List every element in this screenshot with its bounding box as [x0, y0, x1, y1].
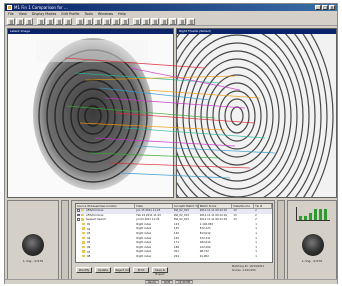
cell-text: 05: [87, 241, 91, 245]
table-cell: [232, 255, 254, 260]
reject-all-button[interactable]: Reject All: [114, 267, 130, 273]
toolbar: [5, 17, 337, 26]
column-header[interactable]: Match Score: [199, 204, 233, 208]
close-button[interactable]: ×: [329, 5, 335, 10]
cell-text: 01: [87, 222, 91, 226]
column-header[interactable]: Score/ID Match Tip: [173, 204, 199, 208]
compare-icon[interactable]: [133, 18, 141, 25]
left-thumbnail[interactable]: [22, 234, 44, 256]
cell-text: 07: [87, 250, 91, 254]
status-bar: Ready NUM 12:40 PM: [5, 279, 337, 284]
status-num: NUM: [161, 280, 174, 284]
expand-toggle-icon[interactable]: [77, 213, 80, 217]
cell-text: 02: [87, 227, 91, 231]
match-summary: Matching ID: 10/13/2011 Scores: 1,102,05…: [232, 265, 264, 272]
grid-icon[interactable]: [121, 18, 129, 25]
folder-icon: [82, 254, 85, 258]
right-pane-title: Right Thumb (Rolled): [177, 29, 336, 34]
cell-text: 06: [87, 245, 91, 249]
column-header[interactable]: Date: [135, 204, 173, 208]
cell-text: 08: [87, 255, 91, 259]
save-export-button[interactable]: Save & Export: [152, 267, 168, 276]
table-row[interactable]: 08 Right index 224 91,002 1: [76, 254, 272, 260]
results-table[interactable]: Source ID/Case/Class location Date Score…: [75, 203, 273, 263]
cell-text: AFIS/Criminal: [86, 209, 104, 213]
status-time: 12:40 PM: [175, 280, 194, 284]
app-icon: [7, 5, 12, 10]
cell-text: AFIS/Criminal: [86, 213, 104, 217]
print-icon[interactable]: [25, 18, 33, 25]
print-button[interactable]: Print: [133, 267, 149, 273]
minutiae-icon[interactable]: [76, 18, 84, 25]
cell-text: 03: [87, 232, 91, 236]
mini-chart-bar: [309, 212, 312, 220]
column-header[interactable]: Date/Source: [232, 204, 255, 208]
zoom-out-icon[interactable]: [46, 18, 54, 25]
folder-icon: [82, 245, 85, 249]
cell-text: 04: [87, 236, 91, 240]
right-splitter[interactable]: [277, 200, 285, 283]
save-icon[interactable]: [16, 18, 24, 25]
undo-icon[interactable]: [169, 18, 177, 25]
contrast-icon[interactable]: [103, 18, 111, 25]
expand-toggle-icon[interactable]: [77, 218, 80, 221]
measure-icon[interactable]: [151, 18, 159, 25]
folder-icon: [82, 222, 85, 226]
note-icon[interactable]: [160, 18, 168, 25]
status-ready: Ready: [145, 280, 160, 284]
folder-icon: [82, 241, 85, 244]
table-cell: 224: [174, 254, 179, 258]
mini-chart-bar: [299, 216, 302, 220]
right-candidate-panel: L ring - 0.979: [287, 200, 337, 283]
left-caption: L ring - 0.979: [22, 259, 44, 263]
folder-icon: [82, 250, 85, 253]
results-panel: Source ID/Case/Class location Date Score…: [71, 200, 275, 283]
overlay-icon[interactable]: [142, 18, 150, 25]
folder-icon: [81, 209, 84, 212]
column-header[interactable]: Source ID/Case/Class location: [76, 204, 136, 208]
mini-chart-bar: [304, 216, 307, 220]
score-mini-chart: [296, 207, 330, 221]
left-candidate-panel: L ring - 0.979: [7, 200, 59, 283]
invert-icon[interactable]: [112, 18, 120, 25]
window-title: M1 Fin 1 Comparison for ...: [14, 5, 68, 10]
mini-chart-bar: [314, 208, 317, 220]
folder-icon: [81, 213, 84, 217]
marker-icon[interactable]: [94, 18, 102, 25]
table-cell: 91,002: [199, 254, 209, 258]
minutiae-correspondence-lines: [64, 57, 276, 179]
update-button[interactable]: Update: [95, 267, 111, 273]
folder-icon: [81, 218, 84, 221]
tree-cell: 08: [76, 254, 135, 260]
zoom-in-icon[interactable]: [37, 18, 45, 25]
redo-icon[interactable]: [178, 18, 186, 25]
right-thumbnail[interactable]: [302, 234, 324, 256]
help-icon[interactable]: [187, 18, 195, 25]
right-caption: L ring - 0.979: [301, 259, 323, 263]
identify-button[interactable]: Identify: [76, 267, 92, 273]
table-cell: Right index: [136, 254, 152, 258]
application-window: M1 Fin 1 Comparison for ... _ □ × File V…: [4, 3, 338, 284]
expand-toggle-icon[interactable]: [77, 209, 80, 212]
left-pane-title: Latent Image: [8, 29, 173, 34]
minimize-button[interactable]: _: [315, 5, 321, 10]
cell-text: Suspect Search: [86, 218, 107, 222]
table-cell: 1: [255, 254, 257, 258]
folder-icon: [82, 236, 85, 239]
table-body: AFIS/Criminal Jan 15 2011 11:23 Pat_02_013…: [76, 209, 272, 260]
fit-icon[interactable]: [55, 18, 63, 25]
link-icon[interactable]: [85, 18, 93, 25]
rotate-icon[interactable]: [64, 18, 72, 25]
maximize-button[interactable]: □: [322, 5, 328, 10]
folder-icon: [82, 227, 85, 230]
title-bar[interactable]: M1 Fin 1 Comparison for ... _ □ ×: [5, 4, 337, 11]
column-header[interactable]: Tip #: [254, 204, 272, 208]
open-icon[interactable]: [7, 18, 15, 25]
left-splitter[interactable]: [61, 200, 69, 283]
folder-icon: [82, 231, 85, 235]
match-score-text: Scores: 1,102,050: [232, 268, 256, 272]
mini-chart-bar: [324, 208, 327, 220]
mini-chart-bar: [319, 208, 322, 220]
